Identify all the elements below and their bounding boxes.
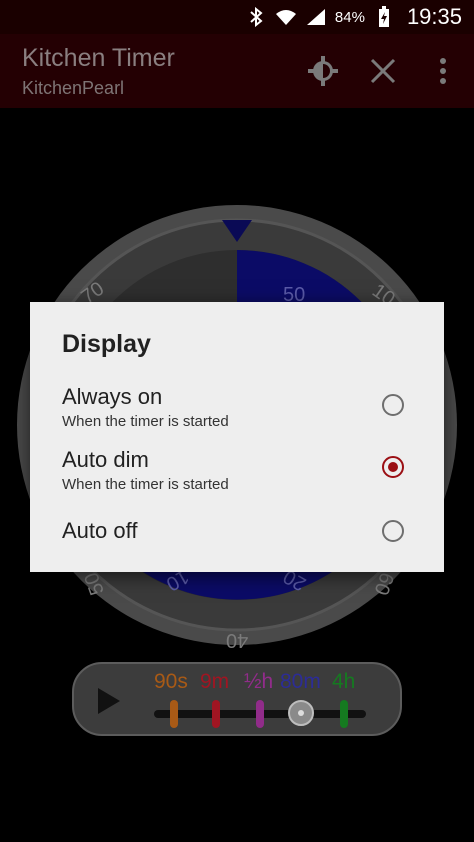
preset-mark-90s [170,700,178,728]
app-title: Kitchen Timer [22,44,175,72]
preset-mark-half-hour [256,700,264,728]
option-label: Auto off [62,518,138,543]
preset-90s[interactable]: 90s [154,670,188,694]
close-icon[interactable] [366,54,400,88]
battery-charging-icon [373,6,395,28]
dial-label-40: 40 [226,629,249,651]
option-sublabel: When the timer is started [62,476,229,493]
clock: 19:35 [406,4,462,29]
preset-mark-9m [212,700,220,728]
option-auto-off[interactable]: Auto off [30,518,444,580]
preset-half-hour[interactable]: ½h [244,670,273,694]
option-auto-dim[interactable]: Auto dim When the timer is started [30,447,444,509]
status-bar: 84% 19:35 [0,0,474,34]
preset-9m[interactable]: 9m [200,670,229,694]
radio-always-on[interactable] [382,394,404,416]
battery-percent: 84% [334,8,365,26]
option-always-on[interactable]: Always on When the timer is started [30,384,444,446]
option-sublabel: When the timer is started [62,413,229,430]
option-label: Auto dim [62,447,149,472]
signal-icon [305,6,327,28]
preset-4h[interactable]: 4h [332,670,355,694]
app-subtitle: KitchenPearl [22,78,125,98]
bluetooth-icon [245,6,267,28]
radio-auto-dim[interactable] [382,456,404,478]
display-dialog: Display Always on When the timer is star… [30,302,444,572]
dialog-title: Display [62,330,151,358]
wifi-icon [275,6,297,28]
radio-auto-off[interactable] [382,520,404,542]
play-icon[interactable] [96,686,122,721]
preset-80m[interactable]: 80m [280,670,321,694]
duration-slider-knob[interactable] [288,700,314,726]
option-label: Always on [62,384,163,409]
overflow-menu-icon[interactable] [426,54,460,88]
preset-mark-4h [340,700,348,728]
timer-control-panel: 90s 9m ½h 80m 4h [72,662,402,736]
app-bar: Kitchen Timer KitchenPearl [0,34,474,108]
brightness-icon[interactable] [306,54,340,88]
